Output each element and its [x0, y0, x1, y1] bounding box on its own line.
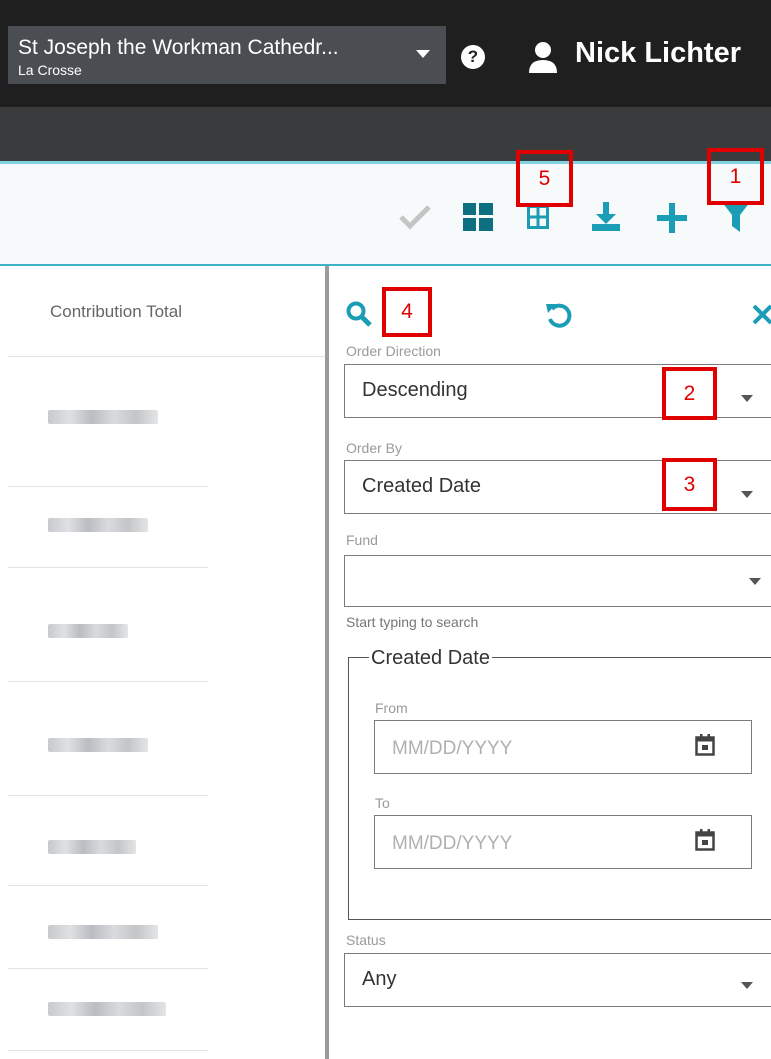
column-header-contribution-total[interactable]: Contribution Total	[50, 302, 182, 322]
annotation-marker-1: 1	[707, 148, 764, 205]
created-date-legend: Created Date	[369, 647, 492, 670]
grid-large-icon[interactable]	[463, 203, 493, 231]
user-name[interactable]: Nick Lichter	[575, 37, 741, 70]
row-divider	[8, 1050, 208, 1051]
table-cell-redacted	[48, 1002, 166, 1016]
status-select[interactable]: Any	[344, 953, 771, 1007]
to-date-placeholder: MM/DD/YYYY	[392, 833, 513, 854]
row-divider	[8, 795, 208, 796]
organization-selector[interactable]: St Joseph the Workman Cathedr... La Cros…	[8, 26, 446, 84]
row-divider	[8, 567, 208, 568]
status-label: Status	[346, 932, 386, 948]
table-cell-redacted	[48, 738, 148, 752]
reset-icon[interactable]	[545, 301, 573, 329]
top-bar: St Joseph the Workman Cathedr... La Cros…	[0, 0, 771, 107]
chevron-down-icon	[749, 578, 761, 585]
filter-icon[interactable]	[722, 202, 750, 232]
fund-autocomplete[interactable]	[344, 555, 771, 607]
table-cell-redacted	[48, 518, 148, 532]
annotation-marker-5: 5	[516, 150, 573, 207]
organization-location: La Crosse	[18, 62, 82, 78]
chevron-down-icon	[741, 395, 753, 402]
table-cell-redacted	[48, 624, 128, 638]
order-by-value: Created Date	[362, 475, 481, 497]
organization-name: St Joseph the Workman Cathedr...	[18, 36, 339, 59]
to-date-input[interactable]: MM/DD/YYYY	[374, 815, 752, 869]
to-date-label: To	[375, 795, 390, 811]
toolbar	[0, 164, 771, 264]
sub-navigation-bar	[0, 107, 771, 161]
fund-label: Fund	[346, 532, 378, 548]
table-cell-redacted	[48, 925, 158, 939]
calendar-icon[interactable]	[695, 829, 715, 851]
download-icon[interactable]	[590, 200, 622, 232]
table-cell-redacted	[48, 410, 158, 424]
help-icon[interactable]: ?	[461, 45, 485, 69]
chevron-down-icon	[741, 491, 753, 498]
row-divider	[8, 885, 208, 886]
table-cell-redacted	[48, 840, 136, 854]
user-icon[interactable]	[528, 41, 558, 73]
order-by-label: Order By	[346, 440, 403, 456]
grid-table-icon[interactable]	[527, 205, 549, 229]
from-date-placeholder: MM/DD/YYYY	[392, 738, 513, 759]
created-date-group	[348, 657, 771, 920]
check-icon[interactable]	[398, 204, 432, 230]
chevron-down-icon	[741, 982, 753, 989]
row-divider	[8, 356, 325, 357]
annotation-marker-2: 2	[662, 367, 717, 420]
from-date-label: From	[375, 700, 408, 716]
annotation-marker-4: 4	[382, 287, 432, 337]
panel-divider[interactable]	[325, 266, 329, 1059]
status-value: Any	[362, 968, 397, 990]
chevron-down-icon	[416, 50, 430, 58]
row-divider	[8, 968, 208, 969]
toolbar-divider	[0, 264, 771, 266]
close-icon[interactable]	[751, 303, 771, 325]
row-divider	[8, 681, 208, 682]
search-icon[interactable]	[346, 301, 372, 327]
plus-icon[interactable]	[657, 203, 687, 233]
row-divider	[8, 486, 208, 487]
fund-helper-text: Start typing to search	[346, 614, 479, 630]
from-date-input[interactable]: MM/DD/YYYY	[374, 720, 752, 774]
order-direction-value: Descending	[362, 379, 468, 401]
annotation-marker-3: 3	[662, 458, 717, 511]
order-direction-label: Order Direction	[346, 343, 441, 359]
calendar-icon[interactable]	[695, 734, 715, 756]
